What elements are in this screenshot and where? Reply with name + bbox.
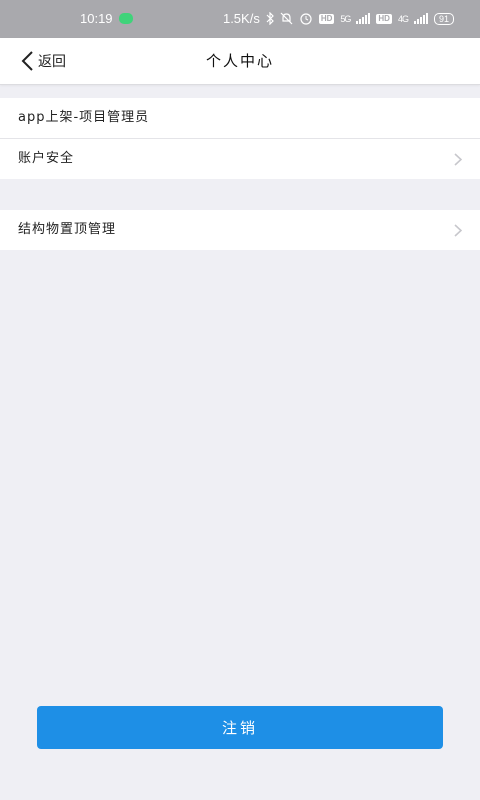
account-security-label: 账户安全 [18, 151, 75, 166]
mute-icon [280, 12, 293, 25]
chevron-right-icon [454, 153, 462, 166]
hd-badge: HD [318, 13, 335, 24]
bluetooth-icon [266, 12, 274, 25]
chevron-right-icon [454, 224, 462, 237]
chevron-left-icon [21, 51, 33, 71]
nav-bar: 返回 个人中心 [0, 38, 480, 85]
wechat-icon [118, 13, 133, 24]
account-security-item[interactable]: 账户安全 [0, 139, 480, 179]
hd-badge-2: HD [376, 13, 392, 24]
status-time: 10:19 [80, 11, 113, 26]
settings-group-1: app上架-项目管理员 账户安全 [0, 98, 480, 179]
role-item: app上架-项目管理员 [0, 98, 480, 139]
battery-icon: 91 [433, 12, 454, 25]
structure-pin-label: 结构物置顶管理 [18, 222, 117, 237]
sim1-type: 5G [340, 13, 351, 24]
status-bar: 10:19 1.5K/s HD 5G HD 4G 91 [0, 0, 480, 38]
network-speed: 1.5K/s [222, 11, 260, 26]
back-label: 返回 [38, 54, 66, 70]
signal-icon [356, 13, 371, 24]
structure-pin-item[interactable]: 结构物置顶管理 [0, 210, 480, 250]
settings-group-2: 结构物置顶管理 [0, 210, 480, 250]
logout-button[interactable]: 注销 [37, 706, 443, 749]
sim2-type: 4G [397, 13, 409, 24]
signal-icon-2 [413, 13, 428, 24]
alarm-icon [300, 13, 312, 25]
role-label: app上架-项目管理员 [18, 110, 150, 125]
back-button[interactable]: 返回 [20, 46, 66, 76]
page-title: 个人中心 [205, 52, 274, 70]
